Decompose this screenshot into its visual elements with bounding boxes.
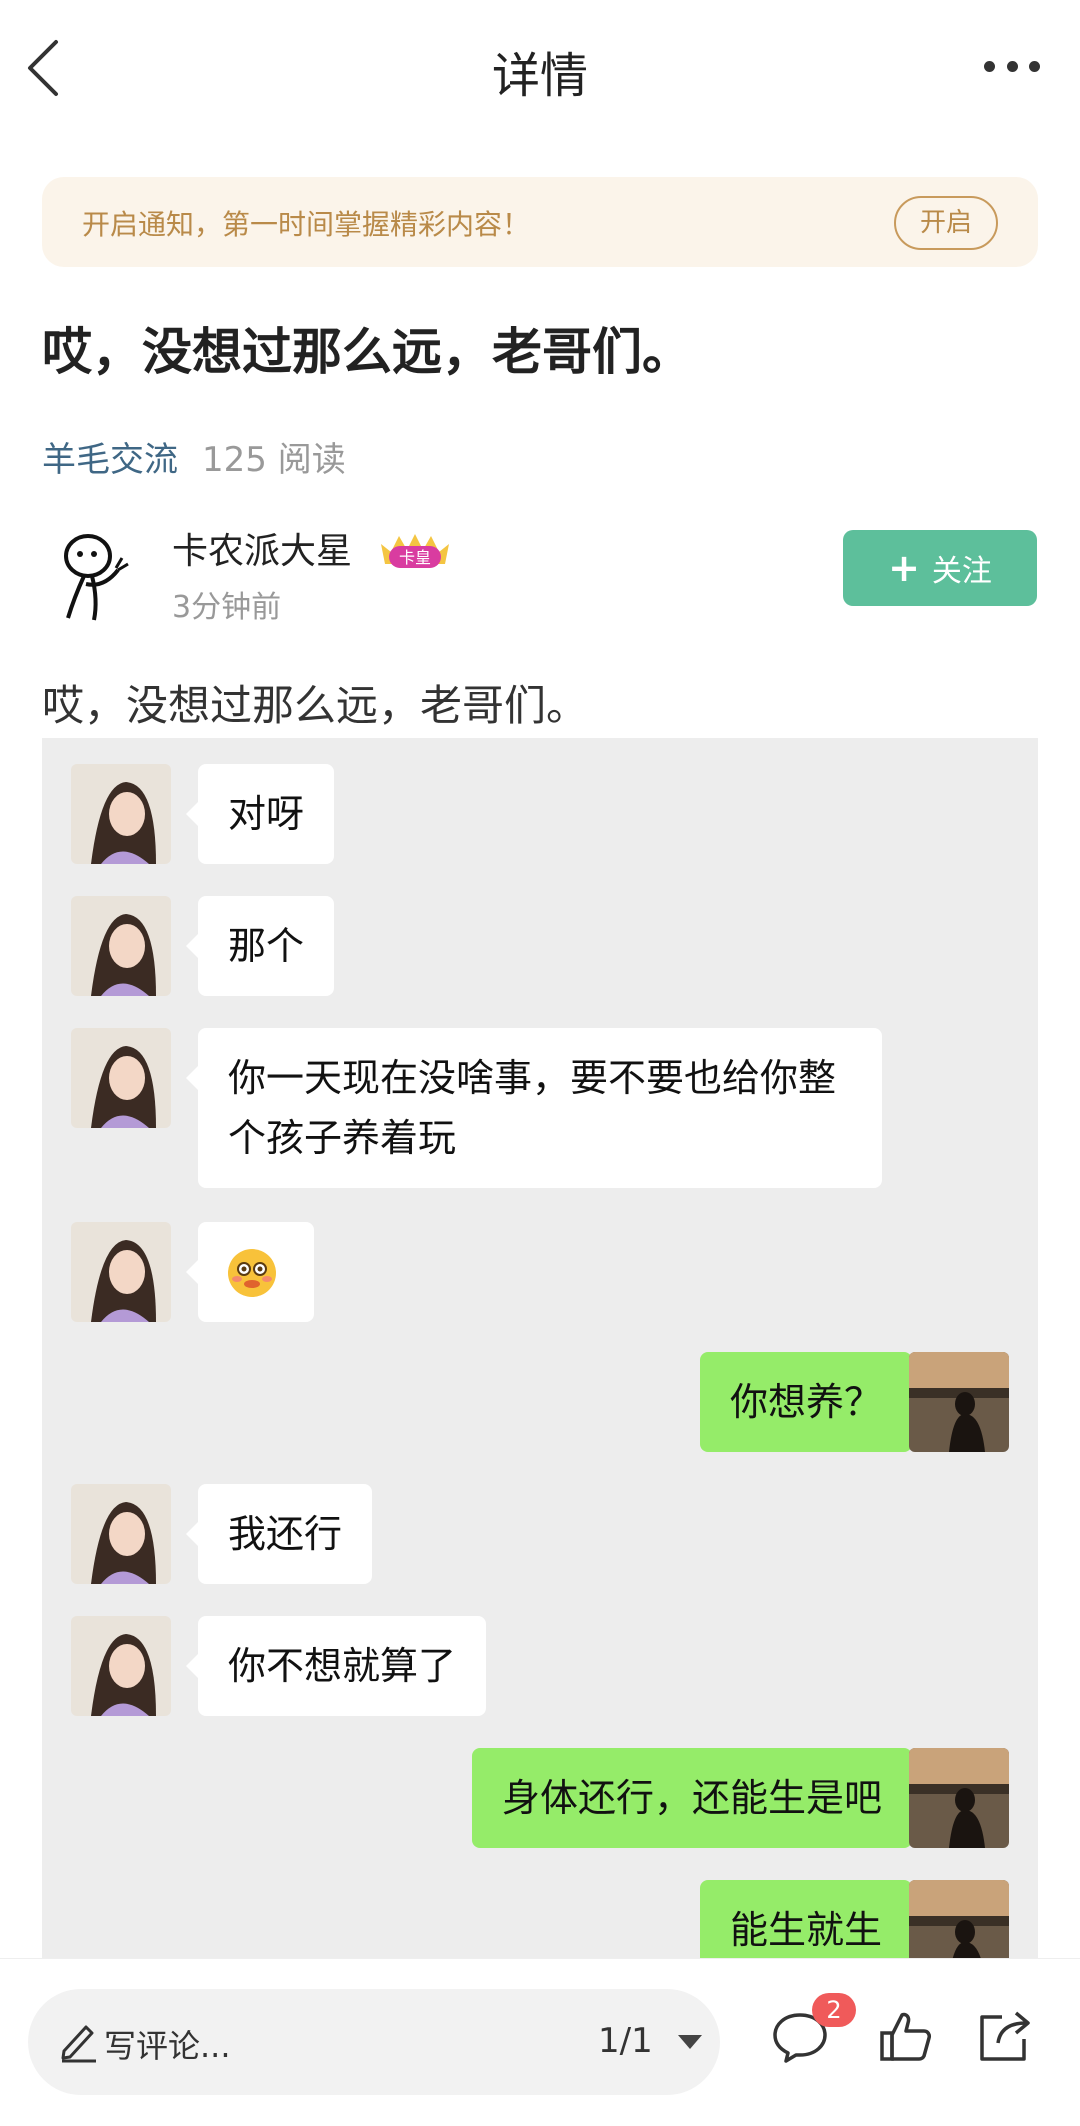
svg-text:卡皇: 卡皇 xyxy=(399,548,431,567)
follow-button[interactable]: + 关注 xyxy=(843,530,1037,606)
notification-banner: 开启通知，第一时间掌握精彩内容！ 开启 xyxy=(42,177,1038,267)
page-title: 详情 xyxy=(491,48,588,104)
comment-placeholder: 写评论... xyxy=(104,2027,231,2065)
chat-bubble xyxy=(186,1222,314,1322)
comment-count-badge: 2 xyxy=(812,1993,856,2027)
avatar xyxy=(71,1484,171,1584)
post-meta: 羊毛交流 125 阅读 xyxy=(42,432,346,481)
author-avatar[interactable] xyxy=(44,518,140,624)
pen-icon xyxy=(58,2019,98,2063)
avatar xyxy=(71,1028,171,1128)
author-name[interactable]: 卡农派大星 xyxy=(172,522,352,574)
chat-bubble: 那个 xyxy=(185,896,335,996)
plus-icon: + xyxy=(888,546,920,590)
avatar xyxy=(909,1880,1009,1958)
comment-input[interactable]: 写评论... 1/1 xyxy=(28,1989,720,2095)
enable-notification-button[interactable]: 开启 xyxy=(894,196,998,250)
post-title: 哎，没想过那么远，老哥们。 xyxy=(42,323,692,381)
caret-down-icon[interactable] xyxy=(678,2035,702,2049)
avatar xyxy=(71,1222,171,1322)
notification-text: 开启通知，第一时间掌握精彩内容！ xyxy=(82,208,531,241)
top-nav-bar: 详情 xyxy=(0,0,1080,140)
avatar xyxy=(909,1352,1009,1452)
avatar xyxy=(71,764,171,864)
read-count: 125 阅读 xyxy=(202,440,346,480)
flushed-emoji-icon xyxy=(228,1249,276,1297)
chat-bubble: 能生就生 xyxy=(699,1880,925,1958)
more-dots-icon[interactable] xyxy=(984,56,1040,76)
chat-bubble: 对呀 xyxy=(185,764,335,864)
page-indicator[interactable]: 1/1 xyxy=(598,2021,653,2061)
bottom-action-bar: 写评论... 1/1 2 xyxy=(0,1958,1080,2126)
chat-bubble: 你不想就算了 xyxy=(185,1616,487,1716)
avatar xyxy=(909,1748,1009,1848)
chat-bubble: 你想养？ xyxy=(699,1352,925,1452)
avatar xyxy=(71,1616,171,1716)
chat-bubble: 我还行 xyxy=(185,1484,373,1584)
chat-bubble: 身体还行，还能生是吧 xyxy=(471,1748,925,1848)
follow-label: 关注 xyxy=(931,554,992,589)
chat-bubble: 你一天现在没啥事，要不要也给你整个孩子养着玩 xyxy=(186,1028,882,1188)
crown-badge-icon: 卡皇 xyxy=(375,530,455,570)
post-time: 3分钟前 xyxy=(172,590,282,625)
chat-screenshot: 对呀 那个 你一天现在没啥事，要不要也给你整个孩子养着玩 你想养？ 我还行 你不… xyxy=(42,738,1038,1958)
like-icon[interactable] xyxy=(876,2007,936,2067)
avatar xyxy=(71,896,171,996)
share-icon[interactable] xyxy=(974,2007,1034,2067)
category-link[interactable]: 羊毛交流 xyxy=(42,440,178,480)
post-body-text: 哎，没想过那么远，老哥们。 xyxy=(42,681,589,730)
